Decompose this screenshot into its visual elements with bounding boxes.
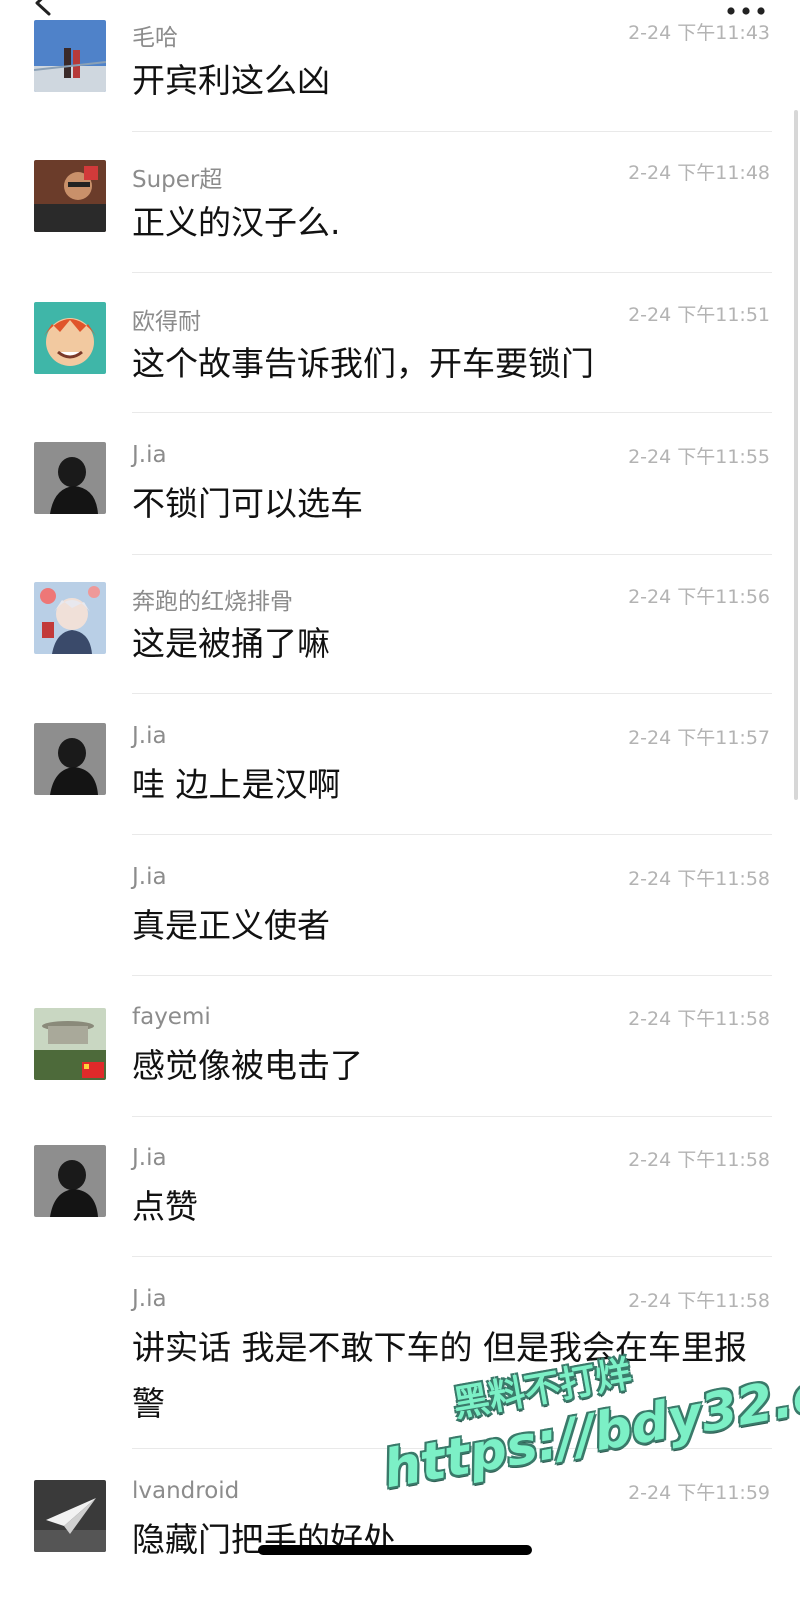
avatar[interactable] bbox=[34, 582, 106, 654]
divider bbox=[132, 693, 772, 694]
dark-figure-icon bbox=[34, 442, 106, 514]
comment-time: 2-24 下午11:48 bbox=[628, 162, 770, 184]
comment-time: 2-24 下午11:57 bbox=[628, 727, 770, 749]
divider bbox=[132, 131, 772, 132]
dark-figure-icon bbox=[34, 1145, 106, 1217]
comment-author[interactable]: 毛哈 bbox=[132, 18, 178, 52]
comment-author[interactable]: J.ia bbox=[132, 1145, 167, 1171]
building-with-flag-icon bbox=[34, 1008, 106, 1080]
comment-item[interactable]: fayemi 2-24 下午11:58 感觉像被电击了 bbox=[0, 988, 800, 1130]
comment-author[interactable]: J.ia bbox=[132, 864, 167, 890]
photo-two-people-icon bbox=[34, 20, 106, 92]
comment-time: 2-24 下午11:43 bbox=[628, 22, 770, 44]
comment-time: 2-24 下午11:56 bbox=[628, 586, 770, 608]
comment-time: 2-24 下午11:59 bbox=[628, 1482, 770, 1504]
avatar[interactable] bbox=[34, 20, 106, 92]
avatar[interactable] bbox=[34, 160, 106, 232]
comment-author[interactable]: lvandroid bbox=[132, 1478, 239, 1504]
avatar[interactable] bbox=[34, 1480, 106, 1552]
dark-figure-icon bbox=[34, 723, 106, 795]
comment-text: 这是被捅了嘛 bbox=[132, 624, 330, 663]
comment-text: 不锁门可以选车 bbox=[132, 484, 363, 523]
avatar[interactable] bbox=[34, 442, 106, 514]
divider bbox=[132, 412, 772, 413]
comment-author[interactable]: J.ia bbox=[132, 442, 167, 468]
comment-item[interactable]: 欧得耐 2-24 下午11:51 这个故事告诉我们，开车要锁门 bbox=[0, 284, 800, 426]
comment-time: 2-24 下午11:58 bbox=[628, 1290, 770, 1312]
comment-author[interactable]: J.ia bbox=[132, 723, 167, 749]
comment-text: 哇 边上是汉啊 bbox=[132, 765, 341, 804]
divider bbox=[132, 272, 772, 273]
comment-item[interactable]: J.ia 2-24 下午11:58 真是正义使者 bbox=[0, 848, 800, 990]
comment-text: 点赞 bbox=[132, 1187, 198, 1226]
divider bbox=[132, 834, 772, 835]
divider bbox=[132, 975, 772, 976]
avatar[interactable] bbox=[34, 723, 106, 795]
comment-author[interactable]: fayemi bbox=[132, 1004, 211, 1030]
comment-item[interactable]: lvandroid 2-24 下午11:59 隐藏门把手的好处 bbox=[0, 1462, 800, 1604]
comment-text: 隐藏门把手的好处 bbox=[132, 1520, 396, 1559]
comment-author[interactable]: 欧得耐 bbox=[132, 302, 201, 336]
avatar[interactable] bbox=[34, 302, 106, 374]
comment-author[interactable]: Super超 bbox=[132, 160, 222, 194]
anime-white-hair-icon bbox=[34, 582, 106, 654]
divider bbox=[132, 554, 772, 555]
comment-author[interactable]: J.ia bbox=[132, 1286, 167, 1312]
comment-time: 2-24 下午11:58 bbox=[628, 1149, 770, 1171]
avatar[interactable] bbox=[34, 1008, 106, 1080]
comment-item[interactable]: J.ia 2-24 下午11:57 哇 边上是汉啊 bbox=[0, 707, 800, 849]
comment-text: 这个故事告诉我们，开车要锁门 bbox=[132, 344, 594, 383]
paper-plane-icon bbox=[34, 1480, 106, 1552]
comment-text: 真是正义使者 bbox=[132, 906, 330, 945]
comment-time: 2-24 下午11:58 bbox=[628, 1008, 770, 1030]
comment-time: 2-24 下午11:58 bbox=[628, 868, 770, 890]
comment-text: 开宾利这么凶 bbox=[132, 61, 330, 100]
comment-item[interactable]: J.ia 2-24 下午11:55 不锁门可以选车 bbox=[0, 426, 800, 568]
comment-text: 正义的汉子么. bbox=[132, 203, 341, 242]
avatar[interactable] bbox=[34, 1145, 106, 1217]
divider bbox=[132, 1116, 772, 1117]
comment-item[interactable]: Super超 2-24 下午11:48 正义的汉子么. bbox=[0, 142, 800, 284]
home-indicator[interactable] bbox=[258, 1545, 532, 1555]
comment-item[interactable]: J.ia 2-24 下午11:58 讲实话 我是不敢下车的 但是我会在车里报警 bbox=[0, 1270, 800, 1470]
comment-item[interactable]: 奔跑的红烧排骨 2-24 下午11:56 这是被捅了嘛 bbox=[0, 566, 800, 708]
cartoon-redhead-icon bbox=[34, 302, 106, 374]
photo-man-glasses-icon bbox=[34, 160, 106, 232]
divider bbox=[132, 1256, 772, 1257]
comment-item[interactable]: 毛哈 2-24 下午11:43 开宾利这么凶 bbox=[0, 0, 800, 142]
comment-item[interactable]: J.ia 2-24 下午11:58 点赞 bbox=[0, 1129, 800, 1271]
comment-text: 讲实话 我是不敢下车的 但是我会在车里报警 bbox=[132, 1328, 747, 1423]
comment-text: 感觉像被电击了 bbox=[132, 1046, 363, 1085]
comment-time: 2-24 下午11:55 bbox=[628, 446, 770, 468]
divider bbox=[132, 1448, 772, 1449]
comment-author[interactable]: 奔跑的红烧排骨 bbox=[132, 582, 293, 616]
comment-time: 2-24 下午11:51 bbox=[628, 304, 770, 326]
